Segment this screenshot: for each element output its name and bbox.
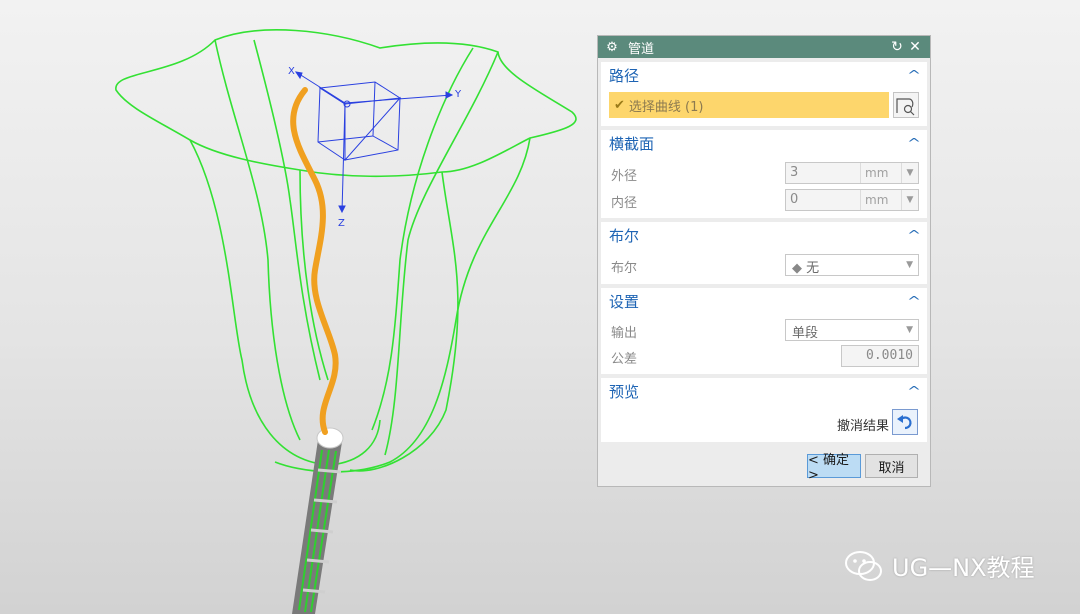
select-curve-row[interactable]: ✔ 选择曲线 (1) xyxy=(609,92,889,118)
tube-dialog: ⚙ 管道 ↻ ✕ 路径 ^ ✔ 选择曲线 (1) 横截面 ^ 外径 3 mm ▼… xyxy=(597,35,931,487)
undo-result-label: 撤消结果 xyxy=(837,419,890,434)
boolean-select[interactable]: ◆ 无 ▼ xyxy=(785,254,919,276)
output-value: 单段 xyxy=(792,326,819,341)
curve-selector-button[interactable] xyxy=(893,92,919,118)
output-label: 输出 xyxy=(611,326,638,341)
inner-diameter-field[interactable]: 0 mm ▼ xyxy=(785,189,919,211)
dialog-title: 管道 xyxy=(628,41,655,57)
group-boolean: 布尔 ^ 布尔 ◆ 无 ▼ xyxy=(601,222,927,284)
undo-icon xyxy=(897,415,912,430)
chevron-down-icon[interactable]: ▼ xyxy=(901,163,918,183)
group-boolean-header[interactable]: 布尔 ^ xyxy=(601,222,927,248)
tolerance-row: 公差 0.0010 xyxy=(601,345,927,367)
check-icon: ✔ xyxy=(614,97,625,113)
pipe-path-curve[interactable] xyxy=(290,87,339,435)
outer-diameter-field[interactable]: 3 mm ▼ xyxy=(785,162,919,184)
group-preview-header[interactable]: 预览 ^ xyxy=(601,378,927,404)
close-icon[interactable]: ✕ xyxy=(906,39,924,55)
cancel-button[interactable]: 取消 xyxy=(865,454,918,478)
group-preview-title: 预览 xyxy=(609,382,640,401)
chevron-down-icon[interactable]: ▼ xyxy=(901,190,918,210)
select-curve-label: 选择曲线 (1) xyxy=(628,99,704,115)
watermark: UG—NX教程 xyxy=(844,548,1035,583)
watermark-text: UG—NX教程 xyxy=(892,554,1035,582)
wechat-icon xyxy=(845,550,882,581)
collapse-caret-icon[interactable]: ^ xyxy=(907,294,921,308)
triad-label-z: Z xyxy=(338,218,345,229)
outer-diameter-row: 外径 3 mm ▼ xyxy=(601,162,927,184)
group-path-header[interactable]: 路径 ^ xyxy=(601,62,927,88)
inner-diameter-value[interactable]: 0 xyxy=(786,190,860,210)
group-path: 路径 ^ ✔ 选择曲线 (1) xyxy=(601,62,927,126)
collapse-caret-icon[interactable]: ^ xyxy=(907,384,921,398)
outer-diameter-value[interactable]: 3 xyxy=(786,163,860,183)
ok-button[interactable]: < 确定 > xyxy=(807,453,861,483)
tolerance-label: 公差 xyxy=(611,352,638,367)
tolerance-field[interactable]: 0.0010 xyxy=(841,345,919,367)
inner-diameter-row: 内径 0 mm ▼ xyxy=(601,189,927,211)
group-boolean-title: 布尔 xyxy=(609,226,640,245)
collapse-caret-icon[interactable]: ^ xyxy=(907,68,921,82)
group-path-title: 路径 xyxy=(609,66,640,85)
boolean-value: 无 xyxy=(806,261,820,276)
triad-label-x: X xyxy=(288,66,295,77)
inner-diameter-unit: mm xyxy=(860,190,901,210)
gear-icon[interactable]: ⚙ xyxy=(604,40,620,55)
triad-label-y: Y xyxy=(454,89,462,100)
wireframe-surface xyxy=(115,29,577,473)
collapse-caret-icon[interactable]: ^ xyxy=(907,228,921,242)
outer-diameter-unit: mm xyxy=(860,163,901,183)
group-settings-header[interactable]: 设置 ^ xyxy=(601,288,927,314)
collapse-caret-icon[interactable]: ^ xyxy=(907,136,921,150)
dialog-titlebar: ⚙ 管道 ↻ ✕ xyxy=(598,36,930,58)
stem-body xyxy=(292,427,344,614)
undo-result-button[interactable] xyxy=(892,409,918,435)
group-settings-title: 设置 xyxy=(609,292,640,311)
inner-diameter-label: 内径 xyxy=(611,196,638,211)
boolean-label: 布尔 xyxy=(611,261,638,276)
group-settings: 设置 ^ 输出 单段 ▼ 公差 0.0010 xyxy=(601,288,927,374)
chevron-down-icon[interactable]: ▼ xyxy=(906,325,913,335)
chevron-down-icon[interactable]: ▼ xyxy=(906,260,913,270)
curve-selector-icon xyxy=(896,98,915,116)
group-preview: 预览 ^ 撤消结果 xyxy=(601,378,927,442)
output-row: 输出 单段 ▼ xyxy=(601,319,927,341)
output-select[interactable]: 单段 ▼ xyxy=(785,319,919,341)
boolean-row: 布尔 ◆ 无 ▼ xyxy=(601,254,927,276)
boolean-none-icon: ◆ xyxy=(792,261,802,276)
reset-icon[interactable]: ↻ xyxy=(888,39,906,55)
outer-diameter-label: 外径 xyxy=(611,169,638,184)
group-cross-section: 横截面 ^ 外径 3 mm ▼ 内径 0 mm ▼ xyxy=(601,130,927,218)
group-section-title: 横截面 xyxy=(609,134,655,153)
group-section-header[interactable]: 横截面 ^ xyxy=(601,130,927,156)
